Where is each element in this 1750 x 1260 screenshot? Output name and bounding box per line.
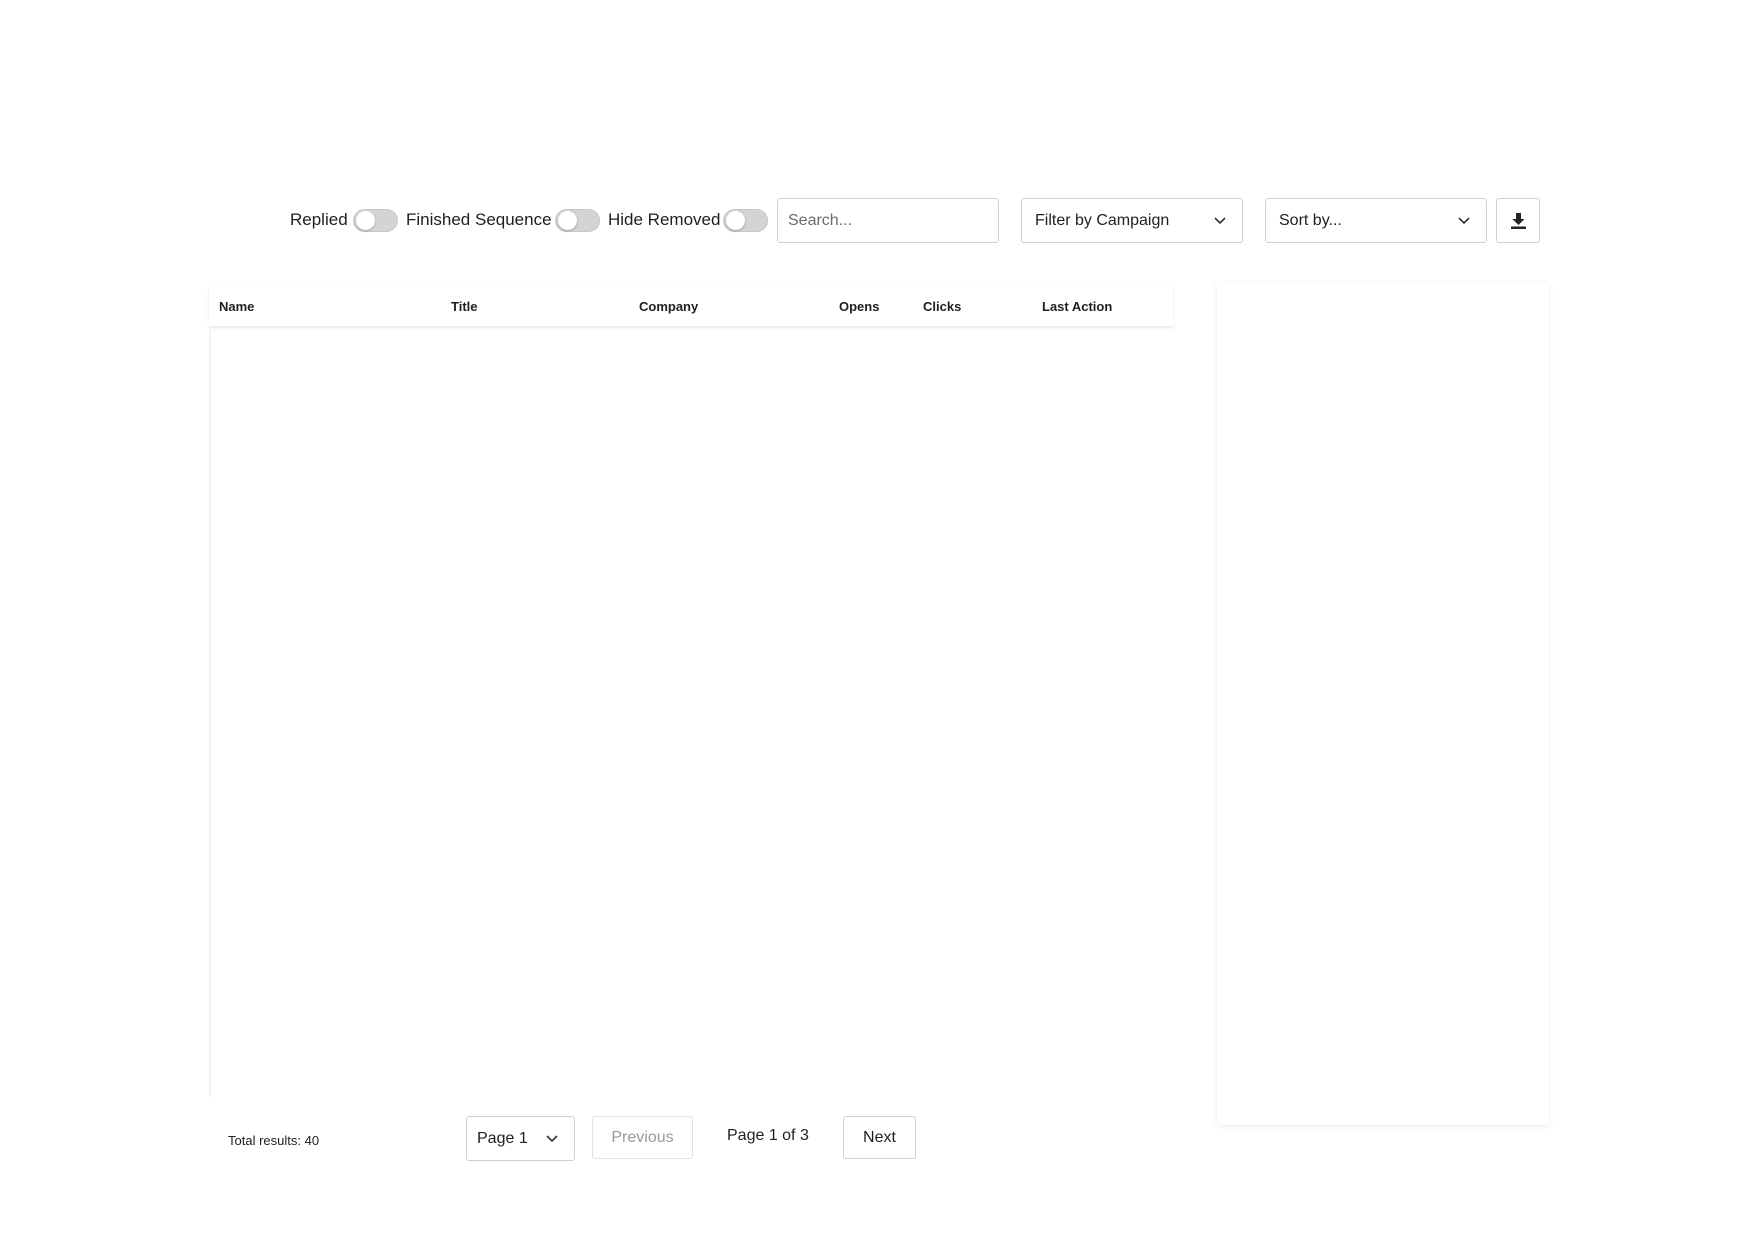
next-button[interactable]: Next [843,1116,916,1159]
page-select-value: Page 1 [477,1130,528,1147]
campaign-filter-value: Filter by Campaign [1035,212,1170,229]
row-separator [209,736,212,737]
download-button[interactable] [1496,198,1540,243]
sort-value: Sort by... [1279,212,1342,229]
download-icon [1511,213,1526,229]
chevron-down-icon [546,1135,558,1143]
row-separator [209,889,212,890]
page-select[interactable]: Page 1 [466,1116,575,1161]
toggle-finished-sequence-label: Finished Sequence [406,210,552,229]
row-separator [209,838,212,839]
row-separator [209,481,212,482]
chevron-down-icon [1214,217,1226,225]
toggle-hide-removed-label: Hide Removed [608,210,721,229]
row-separator [209,379,212,380]
row-separator [209,787,212,788]
row-separator [209,532,212,533]
column-header-title[interactable]: Title [451,299,478,314]
column-header-last-action[interactable]: Last Action [1042,299,1112,314]
chevron-down-icon [1458,217,1470,225]
toggle-replied-switch[interactable] [353,209,398,232]
search-box [777,198,999,243]
campaign-filter-select[interactable]: Filter by Campaign [1021,198,1243,243]
leads-table: Name Title Company Opens Clicks Last Act… [209,287,1173,1097]
toggle-finished-sequence-switch[interactable] [555,209,600,232]
table-body [209,329,211,1097]
row-separator [209,1042,212,1043]
row-separator [209,991,212,992]
column-header-opens[interactable]: Opens [839,299,879,314]
pagination-bar: Total results: 40 Page 1 Previous Page 1… [0,1115,1750,1161]
row-separator [209,1093,212,1094]
column-header-name[interactable]: Name [219,299,254,314]
column-header-clicks[interactable]: Clicks [923,299,961,314]
previous-button[interactable]: Previous [592,1116,693,1159]
toggle-replied-label: Replied [290,210,348,229]
column-header-company[interactable]: Company [639,299,698,314]
filter-toolbar: Replied Finished Sequence Hide Removed F… [0,198,1750,244]
leads-page: Replied Finished Sequence Hide Removed F… [0,0,1750,1260]
toggle-hide-removed-switch[interactable] [723,209,768,232]
row-separator [209,583,212,584]
row-separator [209,685,212,686]
sort-select[interactable]: Sort by... [1265,198,1487,243]
row-separator [209,940,212,941]
table-header: Name Title Company Opens Clicks Last Act… [209,287,1173,327]
search-input[interactable] [778,199,998,242]
detail-panel [1217,283,1549,1125]
row-separator [209,430,212,431]
total-results: Total results: 40 [228,1133,320,1148]
page-info: Page 1 of 3 [727,1127,809,1144]
row-separator [209,634,212,635]
